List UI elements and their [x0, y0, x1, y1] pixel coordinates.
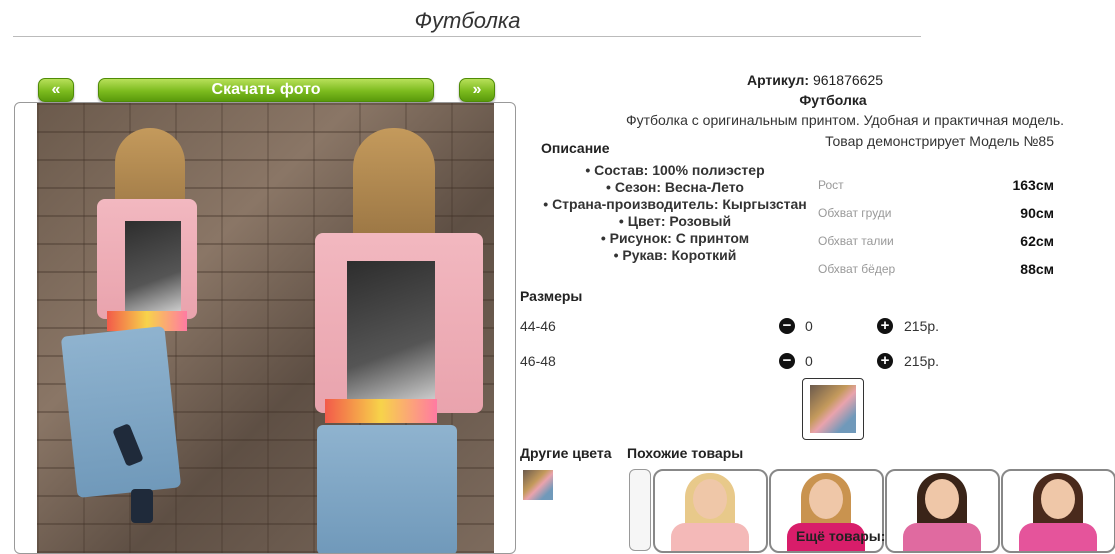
product-model-face — [925, 479, 959, 519]
measure-label: Обхват бёдер — [818, 262, 896, 276]
minus-icon[interactable]: − — [779, 318, 795, 334]
thumbnail-image — [810, 385, 856, 433]
size-label: 46-48 — [520, 353, 556, 369]
measure-value: 163см — [1012, 177, 1054, 193]
product-model-face — [693, 479, 727, 519]
similar-products-title: Похожие товары — [627, 445, 744, 461]
page-title: Футболка — [414, 8, 521, 33]
similar-product-card[interactable] — [653, 469, 768, 553]
similar-product-card[interactable] — [885, 469, 1000, 553]
product-model-face — [809, 479, 843, 519]
quantity-value: 0 — [805, 353, 813, 369]
product-name: Футболка — [799, 92, 867, 108]
measure-chest: Обхват груди 90см — [818, 205, 1054, 221]
plus-icon[interactable]: + — [877, 318, 893, 334]
spec-item: Состав: 100% полиэстер — [535, 162, 815, 179]
model-left-jeans — [60, 326, 182, 498]
measure-value: 62см — [1020, 233, 1054, 249]
measure-value: 90см — [1020, 205, 1054, 221]
product-description: Футболка с оригинальным принтом. Удобная… — [625, 112, 1064, 128]
measure-value: 88см — [1020, 261, 1054, 277]
size-label: 44-46 — [520, 318, 556, 334]
specs-list: Состав: 100% полиэстер Сезон: Весна-Лето… — [535, 162, 815, 264]
model-right-print-band — [325, 399, 437, 423]
product-model-top — [1019, 523, 1097, 551]
product-model-top — [671, 523, 749, 551]
model-right-jeans — [317, 425, 457, 553]
sizes-title: Размеры — [520, 288, 583, 304]
photo-thumbnail[interactable] — [802, 378, 864, 440]
measure-label: Обхват груди — [818, 206, 892, 220]
other-color-thumbnail[interactable] — [523, 470, 553, 500]
product-photo[interactable] — [37, 103, 494, 553]
download-photo-button[interactable]: Скачать фото — [98, 78, 434, 102]
spec-item: Страна-производитель: Кыргызстан — [535, 196, 815, 213]
specs-title: Описание — [541, 140, 610, 156]
minus-icon[interactable]: − — [779, 353, 795, 369]
title-divider — [13, 36, 921, 37]
measure-height: Рост 163см — [818, 177, 1054, 193]
next-photo-button[interactable]: » — [459, 78, 495, 102]
product-photo-frame — [14, 102, 516, 554]
sku-value: 961876625 — [812, 72, 884, 88]
model-right-print — [347, 261, 435, 409]
thumbnail-image — [523, 470, 553, 500]
spec-item: Рукав: Короткий — [535, 247, 815, 264]
measure-label: Обхват талии — [818, 234, 894, 248]
spec-item: Сезон: Весна-Лето — [535, 179, 815, 196]
sku-label: Артикул: — [746, 72, 810, 88]
measure-hips: Обхват бёдер 88см — [818, 261, 1054, 277]
size-row: 44-46 − 0 + 215р. — [520, 318, 960, 338]
more-products-title: Ещё товары: — [796, 528, 886, 544]
spec-item: Рисунок: С принтом — [535, 230, 815, 247]
size-price: 215р. — [904, 353, 940, 369]
model-note: Товар демонстрирует Модель №85 — [825, 133, 1054, 149]
model-left-shoe — [131, 489, 153, 523]
similar-product-card[interactable] — [1001, 469, 1115, 553]
other-colors-title: Другие цвета — [520, 445, 612, 461]
measure-waist: Обхват талии 62см — [818, 233, 1054, 249]
size-price: 215р. — [904, 318, 940, 334]
prev-photo-button[interactable]: « — [38, 78, 74, 102]
quantity-value: 0 — [805, 318, 813, 334]
sku-line: Артикул: 961876625 — [730, 72, 900, 88]
spec-item: Цвет: Розовый — [535, 213, 815, 230]
size-row: 46-48 − 0 + 215р. — [520, 353, 960, 373]
model-left-print — [125, 221, 181, 317]
plus-icon[interactable]: + — [877, 353, 893, 369]
product-model-top — [903, 523, 981, 551]
product-model-face — [1041, 479, 1075, 519]
measure-label: Рост — [818, 178, 844, 192]
